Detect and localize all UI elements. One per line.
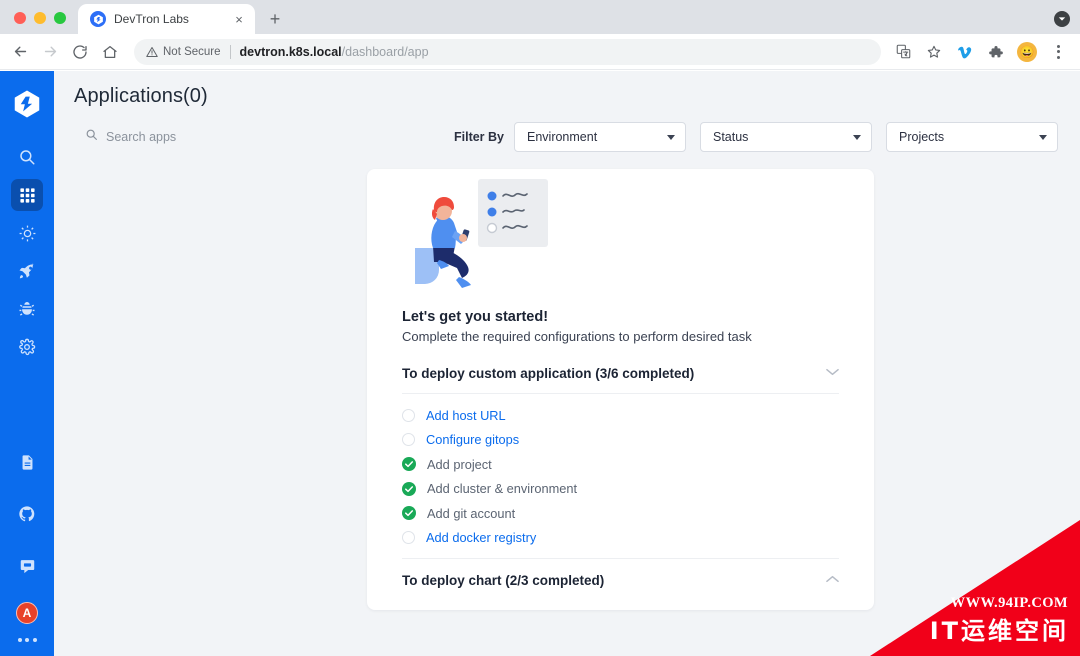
filter-by-label: Filter By bbox=[453, 130, 504, 144]
onboarding-illustration bbox=[385, 169, 856, 299]
security-status-label: Not Secure bbox=[163, 45, 221, 58]
toolbar-right-icons: 😀 bbox=[889, 38, 1072, 66]
watermark: WWW.94IP.COM IT运维空间 bbox=[870, 520, 1080, 656]
environment-filter-value: Environment bbox=[527, 130, 598, 144]
watermark-text: IT运维空间 bbox=[929, 617, 1069, 645]
checklist-item-label: Add host URL bbox=[426, 407, 506, 423]
window-traffic-lights bbox=[0, 12, 78, 34]
projects-filter-value: Projects bbox=[899, 130, 945, 144]
check-complete-icon bbox=[402, 481, 416, 496]
checklist-item[interactable]: Add cluster & environment bbox=[402, 477, 839, 502]
checklist-item[interactable]: Add host URL bbox=[402, 403, 839, 428]
profile-emoji: 😀 bbox=[1017, 41, 1037, 62]
sidebar-item-global-configurations[interactable] bbox=[11, 331, 43, 363]
app-content: Applications(0) Search apps Filter By En… bbox=[54, 71, 1080, 656]
devtron-favicon-icon bbox=[90, 11, 106, 27]
checkbox-empty-icon bbox=[402, 433, 415, 447]
chevron-down-icon bbox=[1039, 134, 1047, 140]
sidebar-item-documentation[interactable] bbox=[11, 446, 43, 478]
chevron-down-icon bbox=[667, 134, 675, 140]
chrome-menu-icon[interactable] bbox=[1044, 38, 1072, 66]
kebab-dots bbox=[1047, 44, 1069, 59]
address-bar[interactable]: Not Secure devtron.k8s.local/dashboard/a… bbox=[134, 38, 881, 65]
checklist-item[interactable]: Add git account bbox=[402, 501, 839, 526]
browser-tab[interactable]: DevTron Labs × bbox=[78, 4, 255, 34]
watermark-triangle bbox=[870, 520, 1080, 656]
browser-tabstrip: DevTron Labs × + bbox=[0, 0, 1080, 34]
chevron-up-icon[interactable] bbox=[826, 575, 839, 586]
filter-bar: Search apps Filter By Environment Status… bbox=[54, 108, 1080, 152]
checklist-item-label: Add cluster & environment bbox=[427, 481, 578, 497]
devtron-logo-icon[interactable] bbox=[12, 89, 42, 119]
back-button[interactable] bbox=[6, 38, 34, 66]
sidebar-item-chat[interactable] bbox=[11, 550, 43, 582]
checkbox-empty-icon bbox=[402, 531, 415, 545]
new-tab-button[interactable]: + bbox=[261, 5, 289, 33]
environment-filter-dropdown[interactable]: Environment bbox=[514, 122, 686, 152]
sidebar-item-deployments[interactable] bbox=[11, 255, 43, 287]
sidebar-item-github[interactable] bbox=[11, 498, 43, 530]
onboarding-headline: Let's get you started! bbox=[402, 309, 549, 325]
onboarding-card: Let's get you started! Complete the requ… bbox=[367, 169, 874, 610]
extensions-puzzle-icon[interactable] bbox=[982, 38, 1010, 66]
close-window-button[interactable] bbox=[14, 12, 26, 24]
checklist-item-label: Add project bbox=[427, 456, 492, 472]
check-complete-icon bbox=[402, 457, 416, 472]
section-deploy-chart-title: To deploy chart (2/3 completed) bbox=[402, 573, 605, 588]
chevron-down-icon[interactable] bbox=[826, 368, 839, 379]
page-title: Applications(0) bbox=[74, 85, 208, 107]
checklist-item[interactable]: Add docker registry bbox=[402, 526, 839, 551]
maximize-window-button[interactable] bbox=[54, 12, 66, 24]
app-root: A Applications(0) Search apps Filter By … bbox=[0, 71, 1080, 656]
close-tab-button[interactable]: × bbox=[231, 11, 247, 27]
search-placeholder: Search apps bbox=[106, 130, 177, 144]
omnibox-separator bbox=[229, 44, 231, 59]
browser-window: DevTron Labs × + Not Secure devtron.k8s.… bbox=[0, 0, 1080, 656]
status-filter-value: Status bbox=[713, 130, 749, 144]
url-path: /dashboard/app bbox=[341, 44, 429, 59]
custom-application-checklist: Add host URL Configure gitops Add projec… bbox=[385, 394, 856, 558]
checklist-item[interactable]: Configure gitops bbox=[402, 428, 839, 453]
projects-filter-dropdown[interactable]: Projects bbox=[886, 122, 1058, 152]
sidebar-item-security[interactable] bbox=[11, 293, 43, 325]
checklist-item[interactable]: Add project bbox=[402, 452, 839, 477]
minimize-window-button[interactable] bbox=[34, 12, 46, 24]
app-sidebar: A bbox=[0, 71, 54, 656]
checklist-item-label: Add docker registry bbox=[426, 530, 537, 546]
section-custom-application-header[interactable]: To deploy custom application (3/6 comple… bbox=[385, 344, 856, 393]
section-deploy-chart-header[interactable]: To deploy chart (2/3 completed) bbox=[385, 559, 856, 610]
onboarding-subline: Complete the required configurations to … bbox=[402, 329, 752, 344]
bookmark-star-icon[interactable] bbox=[920, 38, 948, 66]
search-icon bbox=[85, 128, 98, 146]
url-text: devtron.k8s.local/dashboard/app bbox=[240, 45, 429, 59]
forward-button[interactable] bbox=[36, 38, 64, 66]
checkbox-empty-icon bbox=[402, 408, 415, 422]
translate-icon[interactable] bbox=[889, 38, 917, 66]
sidebar-item-search[interactable] bbox=[11, 141, 43, 173]
vimeo-extension-icon[interactable] bbox=[951, 38, 979, 66]
sidebar-item-more-options[interactable] bbox=[17, 638, 37, 642]
section-custom-application-title: To deploy custom application (3/6 comple… bbox=[402, 366, 695, 381]
browser-toolbar: Not Secure devtron.k8s.local/dashboard/a… bbox=[0, 34, 1080, 70]
home-button[interactable] bbox=[96, 38, 124, 66]
chevron-down-icon bbox=[853, 134, 861, 140]
reload-button[interactable] bbox=[66, 38, 94, 66]
status-filter-dropdown[interactable]: Status bbox=[700, 122, 872, 152]
sidebar-bottom: A bbox=[11, 446, 43, 656]
sidebar-item-chart-store[interactable] bbox=[11, 217, 43, 249]
checklist-item-label: Configure gitops bbox=[426, 432, 520, 448]
security-status[interactable]: Not Secure bbox=[146, 46, 221, 58]
sidebar-item-user-avatar[interactable]: A bbox=[16, 602, 38, 624]
sidebar-item-applications[interactable] bbox=[11, 179, 43, 211]
search-input[interactable]: Search apps bbox=[74, 122, 286, 152]
profile-avatar-icon[interactable]: 😀 bbox=[1013, 38, 1041, 66]
url-host: devtron.k8s.local bbox=[239, 44, 342, 59]
checklist-item-label: Add git account bbox=[427, 505, 516, 521]
tab-search-icon[interactable] bbox=[1054, 11, 1070, 27]
tab-title: DevTron Labs bbox=[114, 12, 189, 26]
tabstrip-right-controls bbox=[1054, 11, 1070, 27]
check-complete-icon bbox=[402, 506, 416, 521]
watermark-url: WWW.94IP.COM bbox=[950, 595, 1068, 611]
